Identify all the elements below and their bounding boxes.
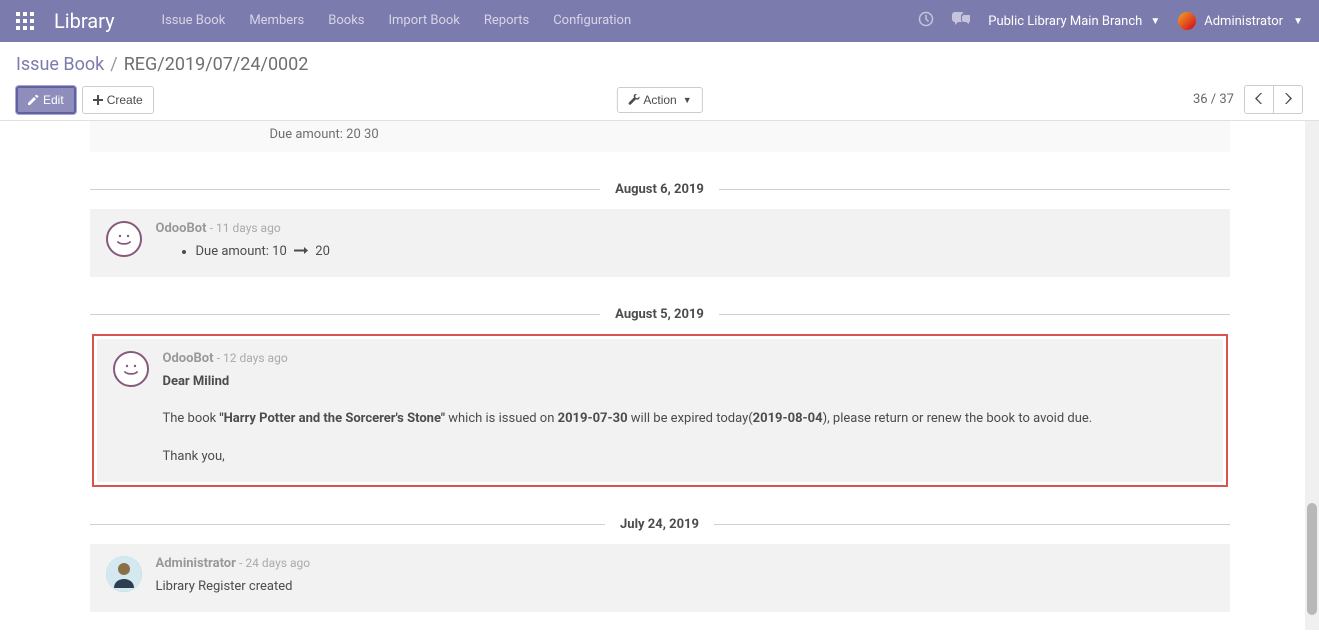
apps-grid-icon[interactable] <box>16 12 34 30</box>
breadcrumb-current: REG/2019/07/24/0002 <box>124 54 309 75</box>
caret-down-icon: ▼ <box>1293 16 1303 27</box>
bot-avatar-icon <box>113 351 149 387</box>
breadcrumb-parent[interactable]: Issue Book <box>16 54 104 75</box>
breadcrumb-separator: / <box>110 54 117 75</box>
message-time: - 24 days ago <box>239 556 310 570</box>
change-log-item: Due amount: 10 20 <box>196 242 1214 263</box>
nav-reports[interactable]: Reports <box>472 0 541 42</box>
content-area: Due amount: 20 30 August 6, 2019 OdooBot… <box>0 121 1319 630</box>
top-navbar: Library Issue Book Members Books Import … <box>0 0 1319 42</box>
pager-prev-button[interactable] <box>1245 86 1274 113</box>
date-separator: July 24, 2019 <box>90 517 1230 532</box>
arrow-right-icon <box>294 244 311 259</box>
date-separator: August 6, 2019 <box>90 182 1230 197</box>
message-greeting: Dear Milind <box>163 372 1207 393</box>
clock-icon[interactable] <box>918 11 934 31</box>
message-author[interactable]: Administrator <box>156 556 236 571</box>
action-button[interactable]: Action ▼ <box>616 87 702 113</box>
user-name: Administrator <box>1204 14 1283 29</box>
date-label: August 6, 2019 <box>600 182 719 197</box>
create-button[interactable]: Create <box>82 86 154 114</box>
date-label: July 24, 2019 <box>605 517 714 532</box>
message-paragraph: The book "Harry Potter and the Sorcerer'… <box>163 409 1207 430</box>
message-thanks: Thank you, <box>163 447 1207 468</box>
date-separator: August 5, 2019 <box>90 307 1230 322</box>
pencil-icon <box>28 94 39 105</box>
chatter: Due amount: 20 30 August 6, 2019 OdooBot… <box>90 121 1230 630</box>
edit-button[interactable]: Edit <box>16 86 76 114</box>
wrench-icon <box>627 94 639 106</box>
truncated-message: Due amount: 20 30 <box>90 121 1230 152</box>
message-item: OdooBot - 11 days ago Due amount: 10 20 <box>90 209 1230 277</box>
breadcrumb: Issue Book / REG/2019/07/24/0002 <box>16 54 1303 75</box>
bot-avatar-icon <box>106 221 142 257</box>
pager-next-button[interactable] <box>1274 86 1302 113</box>
nav-issue-book[interactable]: Issue Book <box>150 0 238 42</box>
control-panel: Edit Create Action ▼ 36 / 37 <box>16 85 1303 114</box>
message-content: Dear Milind The book "Harry Potter and t… <box>163 372 1207 468</box>
nav-books[interactable]: Books <box>316 0 376 42</box>
message-author[interactable]: OdooBot <box>156 221 207 236</box>
scrollbar-thumb[interactable] <box>1307 503 1317 615</box>
message-author[interactable]: OdooBot <box>163 351 214 366</box>
app-brand[interactable]: Library <box>54 9 115 33</box>
nav-import-book[interactable]: Import Book <box>377 0 472 42</box>
scrollbar-track[interactable] <box>1305 121 1319 630</box>
chevron-left-icon <box>1255 93 1263 104</box>
chat-icon[interactable] <box>952 12 970 30</box>
branch-selector[interactable]: Public Library Main Branch ▼ <box>988 14 1160 29</box>
message-content: Library Register created <box>156 577 1214 598</box>
branch-name: Public Library Main Branch <box>988 14 1142 29</box>
plus-icon <box>93 95 103 105</box>
date-label: August 5, 2019 <box>600 307 719 322</box>
pager-nav <box>1244 85 1303 114</box>
user-menu[interactable]: Administrator ▼ <box>1178 12 1303 30</box>
message-item: Administrator - 24 days ago Library Regi… <box>90 544 1230 612</box>
user-avatar-icon <box>1178 12 1196 30</box>
admin-avatar-icon <box>106 556 142 592</box>
caret-down-icon: ▼ <box>1150 16 1160 27</box>
nav-configuration[interactable]: Configuration <box>541 0 643 42</box>
pager-text[interactable]: 36 / 37 <box>1193 92 1234 107</box>
highlighted-message-wrapper: OdooBot - 12 days ago Dear Milind The bo… <box>92 334 1228 487</box>
message-time: - 12 days ago <box>217 351 288 365</box>
message-time: - 11 days ago <box>210 221 281 235</box>
nav-members[interactable]: Members <box>237 0 316 42</box>
caret-down-icon: ▼ <box>683 95 692 105</box>
message-item: OdooBot - 12 days ago Dear Milind The bo… <box>97 339 1223 482</box>
chevron-right-icon <box>1284 93 1292 104</box>
breadcrumb-bar: Issue Book / REG/2019/07/24/0002 Edit Cr… <box>0 42 1319 121</box>
